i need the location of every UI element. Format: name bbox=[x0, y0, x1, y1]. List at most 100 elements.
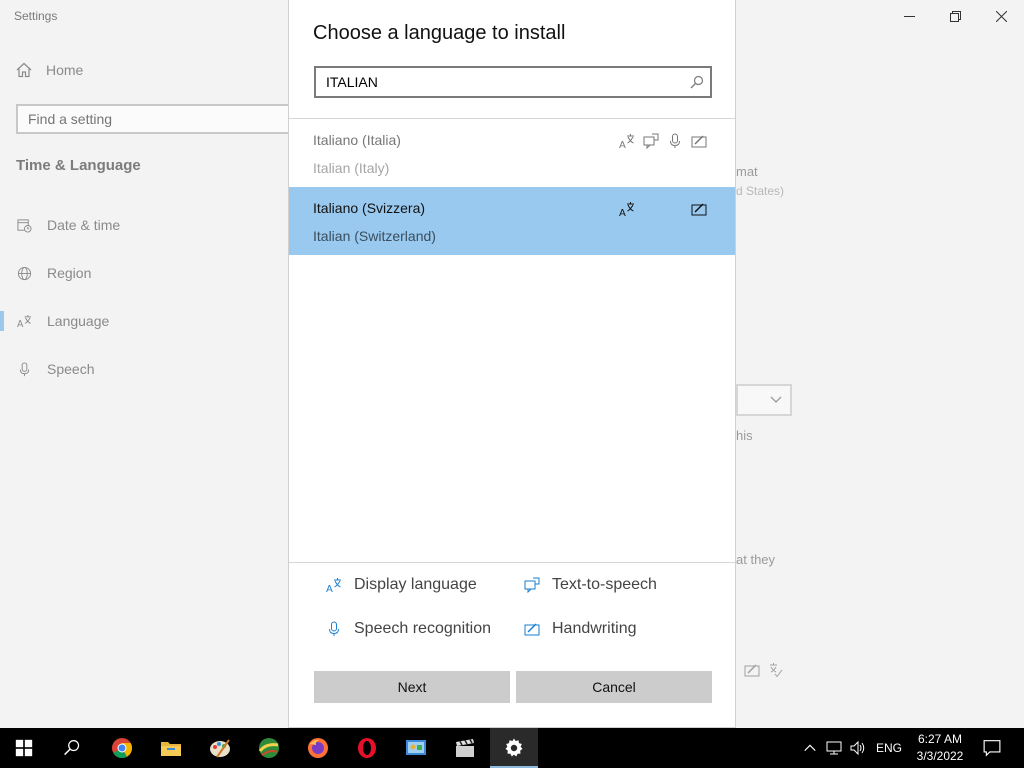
language-search-box[interactable] bbox=[314, 66, 712, 98]
sidebar-home[interactable]: Home bbox=[16, 62, 83, 78]
tray-chevron[interactable] bbox=[803, 728, 817, 768]
language-subtitle: Italian (Italy) bbox=[313, 160, 390, 176]
find-setting-input[interactable] bbox=[28, 111, 248, 127]
search-icon[interactable] bbox=[690, 75, 704, 89]
home-label: Home bbox=[46, 62, 84, 78]
display-language-icon: A bbox=[326, 577, 342, 595]
bg-text-this: his bbox=[736, 428, 753, 443]
svg-text:A: A bbox=[619, 140, 626, 149]
language-item-italiano-svizzera[interactable]: Italiano (Svizzera) Italian (Switzerland… bbox=[289, 187, 735, 255]
legend-label: Handwriting bbox=[552, 620, 637, 637]
spellcheck-icon bbox=[770, 663, 783, 678]
sidebar-item-label: Region bbox=[47, 265, 92, 281]
bg-text-region: d States) bbox=[736, 184, 785, 198]
language-search-input[interactable] bbox=[326, 74, 666, 90]
paint-palette-icon bbox=[210, 739, 230, 758]
clock-time: 6:27 AM bbox=[917, 732, 963, 746]
window-controls bbox=[886, 0, 1024, 32]
calendar-clock-icon bbox=[16, 217, 32, 233]
network-icon bbox=[826, 741, 842, 755]
handwriting-icon bbox=[691, 201, 707, 217]
opera-icon bbox=[358, 738, 376, 758]
clock-date: 3/3/2022 bbox=[916, 749, 964, 763]
taskbar-chrome[interactable] bbox=[98, 728, 146, 768]
microphone-icon bbox=[16, 361, 32, 377]
restore-icon bbox=[949, 10, 961, 22]
map-icon bbox=[258, 738, 279, 758]
bg-dropdown[interactable] bbox=[736, 384, 792, 416]
window-title: Settings bbox=[14, 9, 58, 23]
clapperboard-icon bbox=[456, 739, 474, 757]
find-setting-box[interactable] bbox=[16, 104, 298, 134]
legend-display-language: A Display language bbox=[326, 576, 477, 595]
taskbar-maps[interactable] bbox=[245, 728, 293, 768]
sidebar-item-region[interactable]: Region bbox=[0, 258, 91, 288]
chevron-down-icon bbox=[770, 396, 782, 403]
tray-clock[interactable]: 6:27 AM 3/3/2022 bbox=[912, 731, 968, 765]
taskbar-file-explorer[interactable] bbox=[147, 728, 195, 768]
sidebar-item-label: Speech bbox=[47, 361, 95, 377]
firefox-icon bbox=[308, 738, 328, 758]
notification-icon bbox=[983, 740, 1001, 757]
display-language-icon: A bbox=[619, 133, 635, 151]
text-to-speech-icon bbox=[524, 577, 540, 594]
legend-handwriting: Handwriting bbox=[524, 620, 636, 638]
taskbar-settings[interactable] bbox=[490, 728, 538, 768]
speech-recognition-icon bbox=[326, 621, 342, 637]
display-language-icon: A bbox=[619, 201, 635, 219]
svg-text:A: A bbox=[326, 584, 333, 593]
language-name: Italiano (Svizzera) bbox=[313, 200, 426, 216]
chevron-up-icon bbox=[804, 744, 816, 752]
legend-label: Text-to-speech bbox=[552, 576, 657, 593]
bg-feature-icons bbox=[744, 662, 784, 678]
svg-text:A: A bbox=[619, 208, 626, 217]
taskbar-search-button[interactable] bbox=[48, 728, 96, 768]
language-item-italiano-italia[interactable]: Italiano (Italia) Italian (Italy) A bbox=[289, 119, 735, 187]
svg-text:A: A bbox=[17, 319, 24, 329]
minimize-button[interactable] bbox=[886, 0, 932, 32]
next-button[interactable]: Next bbox=[314, 671, 510, 703]
taskbar-control-panel[interactable] bbox=[392, 728, 440, 768]
sidebar-item-label: Date & time bbox=[47, 217, 121, 233]
gear-icon bbox=[505, 738, 523, 757]
search-icon bbox=[64, 740, 80, 756]
taskbar-firefox[interactable] bbox=[294, 728, 342, 768]
handwriting-icon bbox=[744, 664, 760, 677]
control-panel-icon bbox=[406, 740, 426, 755]
language-install-dialog: Choose a language to install Italiano (I… bbox=[288, 0, 736, 728]
sidebar-item-language[interactable]: A Language bbox=[0, 306, 109, 336]
legend-text-to-speech: Text-to-speech bbox=[524, 576, 657, 594]
sidebar-item-date-time[interactable]: Date & time bbox=[0, 210, 120, 240]
bg-text-format: mat bbox=[736, 164, 758, 179]
legend-label: Speech recognition bbox=[354, 620, 491, 637]
tray-network[interactable] bbox=[826, 728, 842, 768]
tray-notifications[interactable] bbox=[983, 728, 1001, 768]
handwriting-icon bbox=[691, 133, 707, 149]
speech-recognition-icon bbox=[667, 133, 683, 149]
folder-icon bbox=[161, 742, 181, 756]
bg-text-they: at they bbox=[736, 552, 776, 567]
volume-icon bbox=[850, 740, 865, 756]
cancel-button[interactable]: Cancel bbox=[516, 671, 712, 703]
taskbar-opera[interactable] bbox=[343, 728, 391, 768]
taskbar-paint[interactable] bbox=[196, 728, 244, 768]
input-language-label: ENG bbox=[876, 741, 903, 755]
legend-label: Display language bbox=[354, 576, 477, 593]
start-button[interactable] bbox=[0, 728, 48, 768]
home-icon bbox=[16, 62, 32, 78]
section-title: Time & Language bbox=[16, 157, 141, 174]
tray-language[interactable]: ENG bbox=[876, 728, 902, 768]
taskbar-video-editor[interactable] bbox=[441, 728, 489, 768]
tray-volume[interactable] bbox=[850, 728, 866, 768]
legend-speech-recognition: Speech recognition bbox=[326, 620, 491, 638]
language-icon: A bbox=[16, 313, 32, 329]
close-button[interactable] bbox=[978, 0, 1024, 32]
minimize-icon bbox=[903, 15, 915, 17]
sidebar-item-speech[interactable]: Speech bbox=[0, 354, 94, 384]
globe-icon bbox=[16, 265, 32, 281]
language-subtitle: Italian (Switzerland) bbox=[313, 228, 436, 244]
windows-logo-icon bbox=[15, 739, 33, 757]
taskbar: ENG 6:27 AM 3/3/2022 bbox=[0, 728, 1024, 768]
close-icon bbox=[995, 10, 1007, 22]
restore-button[interactable] bbox=[932, 0, 978, 32]
